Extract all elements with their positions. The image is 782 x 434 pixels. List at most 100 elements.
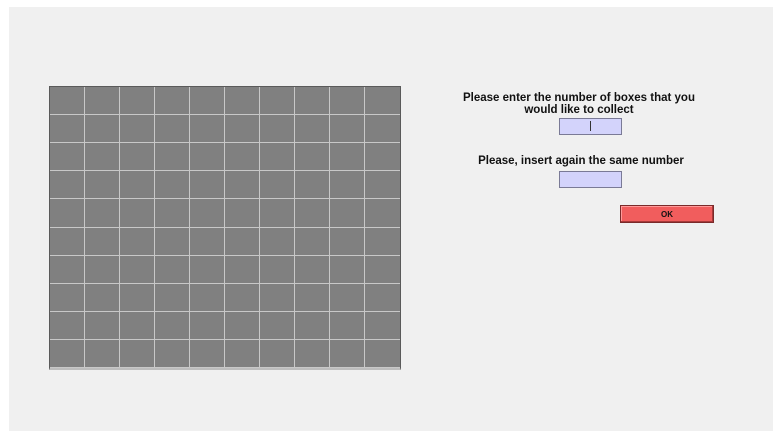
confirm-number-input[interactable] [559, 171, 622, 188]
box-cell [155, 143, 190, 172]
box-cell [225, 87, 260, 116]
box-cell [225, 283, 260, 312]
box-cell [225, 311, 260, 340]
box-cell [190, 87, 225, 116]
boxes-prompt: Please enter the number of boxes that yo… [463, 92, 695, 116]
box-cell [190, 171, 225, 200]
box-cell [225, 339, 260, 368]
box-cell [155, 255, 190, 284]
box-cell [295, 87, 330, 116]
box-cell [260, 115, 295, 144]
box-cell [85, 115, 120, 144]
box-grid [49, 86, 401, 370]
box-cell [50, 171, 85, 200]
box-cell [50, 255, 85, 284]
box-cell [260, 311, 295, 340]
box-cell [120, 171, 155, 200]
box-cell [120, 143, 155, 172]
box-cell [50, 199, 85, 228]
box-cell [190, 255, 225, 284]
box-cell [330, 87, 365, 116]
box-cell [365, 171, 400, 200]
box-cell [365, 87, 400, 116]
box-cell [330, 311, 365, 340]
box-cell [295, 255, 330, 284]
box-cell [120, 311, 155, 340]
box-cell [190, 339, 225, 368]
box-cell [85, 339, 120, 368]
box-cell [260, 227, 295, 256]
box-cell [120, 339, 155, 368]
box-cell [190, 283, 225, 312]
box-cell [50, 311, 85, 340]
box-cell [155, 87, 190, 116]
box-cell [155, 171, 190, 200]
box-cell [295, 171, 330, 200]
box-cell [365, 255, 400, 284]
box-cell [365, 311, 400, 340]
box-cell [330, 283, 365, 312]
box-cell [50, 87, 85, 116]
box-cell [260, 143, 295, 172]
box-cell [260, 283, 295, 312]
box-cell [85, 87, 120, 116]
box-cell [330, 227, 365, 256]
box-cell [295, 311, 330, 340]
box-cell [260, 199, 295, 228]
box-cell [225, 255, 260, 284]
box-cell [155, 311, 190, 340]
box-cell [225, 143, 260, 172]
box-cell [225, 199, 260, 228]
box-cell [295, 115, 330, 144]
text-cursor [590, 121, 591, 131]
box-cell [330, 339, 365, 368]
box-cell [85, 283, 120, 312]
box-cell [120, 255, 155, 284]
box-cell [365, 227, 400, 256]
box-cell [50, 283, 85, 312]
box-cell [260, 339, 295, 368]
box-cell [295, 339, 330, 368]
box-cell [225, 115, 260, 144]
box-cell [365, 143, 400, 172]
box-cell [260, 255, 295, 284]
box-cell [190, 311, 225, 340]
box-cell [85, 171, 120, 200]
box-cell [225, 171, 260, 200]
ok-button[interactable]: OK [620, 205, 714, 223]
confirm-prompt: Please, insert again the same number [478, 155, 684, 167]
box-cell [190, 227, 225, 256]
box-cell [330, 143, 365, 172]
box-cell [330, 171, 365, 200]
box-cell [190, 143, 225, 172]
box-cell [85, 227, 120, 256]
box-cell [365, 115, 400, 144]
box-cell [155, 115, 190, 144]
box-cell [155, 227, 190, 256]
box-cell [120, 227, 155, 256]
box-cell [155, 199, 190, 228]
box-cell [330, 199, 365, 228]
box-cell [330, 255, 365, 284]
box-cell [295, 143, 330, 172]
box-cell [190, 115, 225, 144]
box-cell [365, 199, 400, 228]
box-cell [120, 199, 155, 228]
box-cell [225, 227, 260, 256]
box-cell [120, 283, 155, 312]
box-cell [295, 227, 330, 256]
box-cell [365, 283, 400, 312]
box-cell [365, 339, 400, 368]
box-cell [330, 115, 365, 144]
box-cell [155, 283, 190, 312]
box-cell [260, 171, 295, 200]
box-cell [50, 115, 85, 144]
box-cell [120, 87, 155, 116]
box-cell [155, 339, 190, 368]
box-cell [85, 311, 120, 340]
box-cell [260, 87, 295, 116]
box-cell [50, 143, 85, 172]
box-cell [295, 199, 330, 228]
box-cell [85, 255, 120, 284]
box-cell [85, 199, 120, 228]
